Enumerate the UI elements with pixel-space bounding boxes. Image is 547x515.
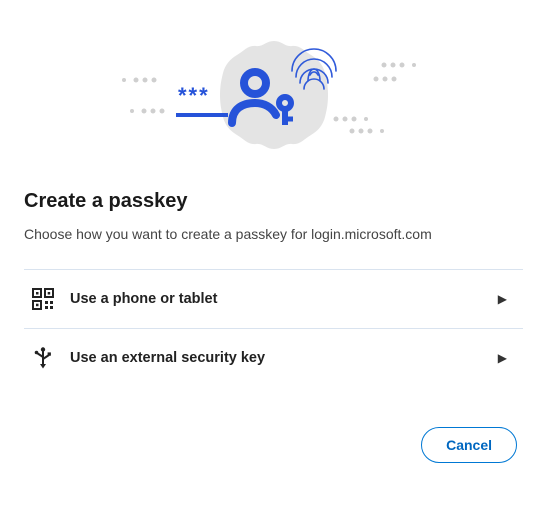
- svg-text:***: ***: [178, 83, 210, 108]
- option-phone-tablet[interactable]: Use a phone or tablet ▶: [24, 269, 523, 328]
- chevron-right-icon: ▶: [498, 292, 515, 306]
- passkey-illustration: ***: [24, 20, 523, 170]
- option-key-label: Use an external security key: [70, 350, 482, 366]
- cancel-button[interactable]: Cancel: [421, 427, 517, 463]
- option-external-key[interactable]: Use an external security key ▶: [24, 328, 523, 387]
- passkey-dialog: *** Cre: [0, 0, 547, 483]
- usb-icon: [32, 347, 54, 369]
- dialog-subtitle: Choose how you want to create a passkey …: [24, 225, 523, 245]
- option-phone-label: Use a phone or tablet: [70, 291, 482, 307]
- dialog-footer: Cancel: [24, 427, 523, 463]
- qr-icon: [32, 288, 54, 310]
- dialog-title: Create a passkey: [24, 190, 523, 213]
- chevron-right-icon: ▶: [498, 351, 515, 365]
